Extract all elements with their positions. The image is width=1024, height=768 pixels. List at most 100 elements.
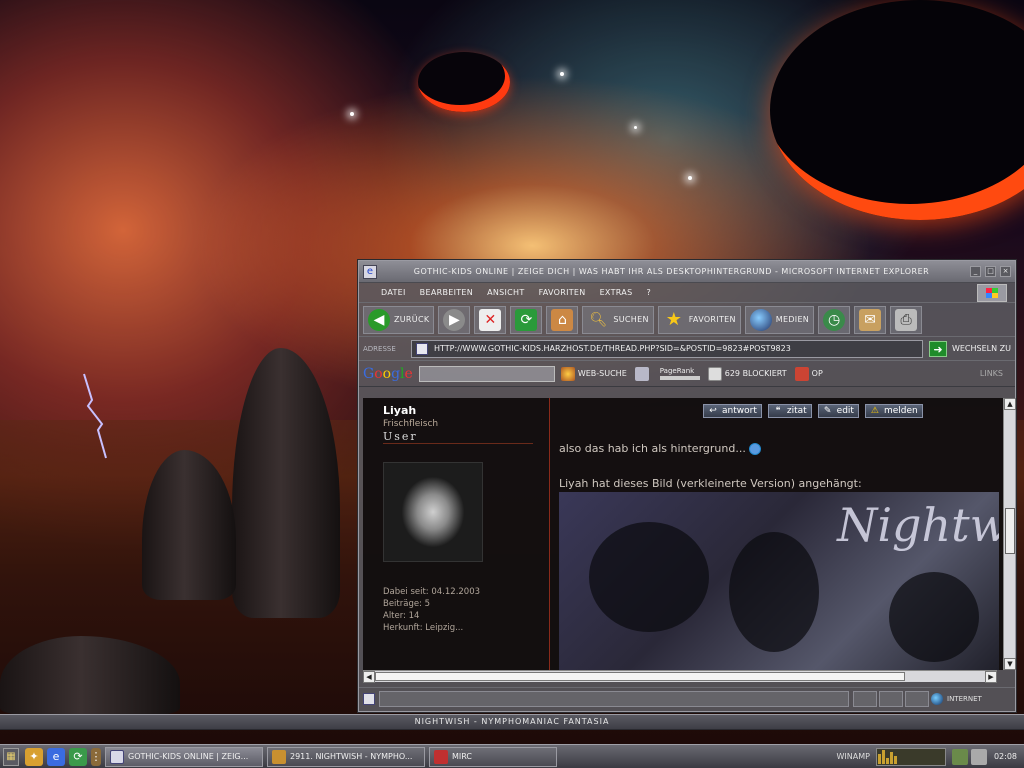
title-bar[interactable]: e GOTHIC-KIDS ONLINE | Zeige dich | was …: [359, 261, 1015, 283]
media-button[interactable]: Medien: [744, 305, 815, 334]
menu-bearbeiten[interactable]: Bearbeiten: [420, 288, 473, 297]
start-button[interactable]: ▦: [3, 747, 19, 766]
network-tray-icon[interactable]: [951, 748, 968, 765]
windows-logo-icon: [977, 284, 1007, 302]
print-button[interactable]: ⎙: [890, 305, 923, 334]
image-tree: [589, 522, 709, 632]
address-label: Adresse: [363, 344, 396, 353]
task-item-winamp[interactable]: 2911. Nightwish - Nympho...: [267, 746, 425, 767]
history-button[interactable]: ◷: [818, 305, 851, 334]
stop-button[interactable]: ✕: [474, 305, 507, 334]
vertical-scroll-thumb[interactable]: [1005, 508, 1015, 554]
scroll-left-icon[interactable]: ◀: [363, 671, 375, 683]
smiley-icon: [749, 443, 762, 455]
edit-button[interactable]: ✎ edit: [817, 404, 859, 418]
google-search-input[interactable]: [418, 365, 555, 382]
address-input[interactable]: http://www.gothic-kids.harzhost.de/threa…: [411, 339, 923, 358]
author-joined: Dabei seit: 04.12.2003: [383, 587, 481, 597]
status-text-area: [379, 690, 849, 707]
address-bar: Adresse http://www.gothic-kids.harzhost.…: [359, 337, 1015, 361]
mail-icon: ✉: [859, 308, 882, 331]
google-logo: Google: [363, 365, 413, 382]
menu-help[interactable]: ?: [646, 288, 651, 297]
menu-favoriten[interactable]: Favoriten: [539, 288, 586, 297]
media-label: Medien: [775, 315, 810, 324]
scroll-right-icon[interactable]: ▶: [985, 671, 997, 683]
task-item-mirc[interactable]: mIRC: [429, 746, 557, 767]
quicklaunch-grip-icon[interactable]: ⋮: [91, 747, 102, 766]
minimize-button[interactable]: _: [970, 266, 981, 277]
ie-icon[interactable]: e: [363, 264, 377, 279]
mirc-task-icon: [434, 749, 448, 764]
star-icon: ★: [665, 309, 682, 330]
mail-button[interactable]: ✉: [854, 305, 887, 334]
security-zone[interactable]: Internet: [931, 692, 1011, 705]
aim-icon[interactable]: ✦: [25, 747, 43, 766]
author-title: User: [383, 430, 533, 444]
author-meta: Dabei seit: 04.12.2003 Beiträge: 5 Alter…: [383, 586, 549, 634]
scroll-up-icon[interactable]: ▲: [1004, 398, 1016, 410]
options-icon: [794, 366, 809, 381]
task-item-winamp-label: 2911. Nightwish - Nympho...: [290, 752, 413, 761]
wallpaper-star: [688, 176, 692, 180]
volume-tray-icon[interactable]: [970, 748, 987, 765]
attachment-image[interactable]: Nightw: [559, 492, 999, 670]
author-rank: Frischfleisch: [383, 419, 439, 429]
page-icon: [416, 342, 428, 355]
clock[interactable]: 02:08: [994, 752, 1017, 761]
go-label: Wechseln zu: [951, 344, 1011, 353]
author-age: Alter: 14: [383, 611, 420, 621]
back-button[interactable]: ◀ Zurück: [363, 305, 435, 334]
back-label: Zurück: [394, 315, 430, 324]
go-button[interactable]: ➜ Wechseln zu: [928, 340, 1011, 358]
page-info-button[interactable]: [634, 366, 652, 381]
browser-window: e GOTHIC-KIDS ONLINE | Zeige dich | was …: [358, 260, 1016, 712]
popup-blocker-button[interactable]: 629 blockiert: [707, 366, 787, 381]
menu-bar: Datei Bearbeiten Ansicht Favoriten Extra…: [359, 283, 1015, 303]
taskbar: ▦ ✦ e ⟳ ⋮ GOTHIC-KIDS ONLINE | Zeig... 2…: [0, 744, 1024, 768]
web-search-button[interactable]: Web-Suche: [560, 366, 627, 381]
horizontal-scroll-thumb[interactable]: [375, 672, 905, 681]
task-item-browser-label: GOTHIC-KIDS ONLINE | Zeig...: [128, 752, 249, 761]
address-url[interactable]: http://www.gothic-kids.harzhost.de/threa…: [434, 344, 791, 353]
forward-button[interactable]: ▶: [438, 305, 471, 334]
author-name[interactable]: Liyah: [383, 404, 549, 417]
google-toolbar: Google Web-Suche PageRank 629 blockiert …: [359, 361, 1015, 387]
refresh-quicklaunch-icon[interactable]: ⟳: [69, 747, 87, 766]
links-button[interactable]: Links: [980, 369, 1003, 378]
quote-button[interactable]: ❝ zitat: [767, 404, 812, 418]
ie-quicklaunch-icon[interactable]: e: [47, 747, 65, 766]
horizontal-scrollbar[interactable]: ◀ ▶: [363, 670, 997, 683]
printer-icon: ⎙: [895, 308, 918, 331]
go-arrow-icon: ➜: [928, 340, 947, 357]
close-button[interactable]: ×: [1000, 266, 1011, 277]
refresh-button[interactable]: ⟳: [510, 305, 543, 334]
web-search-label: Web-Suche: [577, 369, 627, 378]
search-button[interactable]: 🔍︎ Suchen: [582, 305, 654, 334]
report-button[interactable]: ⚠ melden: [864, 404, 923, 418]
status-segment: [879, 690, 903, 707]
menu-ansicht[interactable]: Ansicht: [487, 288, 524, 297]
image-tree: [729, 532, 819, 652]
scroll-down-icon[interactable]: ▼: [1004, 658, 1016, 670]
maximize-button[interactable]: □: [985, 266, 996, 277]
winamp-visualizer[interactable]: [875, 747, 946, 766]
history-icon: ◷: [823, 308, 846, 331]
reply-button[interactable]: ↩ antwort: [703, 404, 762, 418]
options-button[interactable]: Op: [794, 366, 823, 381]
window-title: GOTHIC-KIDS ONLINE | Zeige dich | was ha…: [413, 267, 930, 276]
popup-blocker-icon: [707, 366, 722, 381]
page-info-icon: [634, 366, 649, 381]
pagerank-bar: [659, 376, 700, 380]
menu-extras[interactable]: Extras: [600, 288, 633, 297]
ie-task-icon: [110, 749, 124, 764]
zone-label: Internet: [947, 694, 982, 703]
home-button[interactable]: ⌂: [546, 305, 579, 334]
menu-datei[interactable]: Datei: [381, 288, 406, 297]
winamp-label: Winamp: [836, 752, 870, 761]
warning-icon: ⚠: [870, 406, 879, 416]
task-item-browser[interactable]: GOTHIC-KIDS ONLINE | Zeig...: [105, 746, 263, 767]
favorites-button[interactable]: ★ Favoriten: [657, 305, 741, 334]
standard-toolbar: ◀ Zurück ▶ ✕ ⟳ ⌂ 🔍︎ Suchen ★ Favoriten M…: [359, 303, 1015, 337]
vertical-scrollbar[interactable]: ▲ ▼: [1003, 398, 1016, 670]
